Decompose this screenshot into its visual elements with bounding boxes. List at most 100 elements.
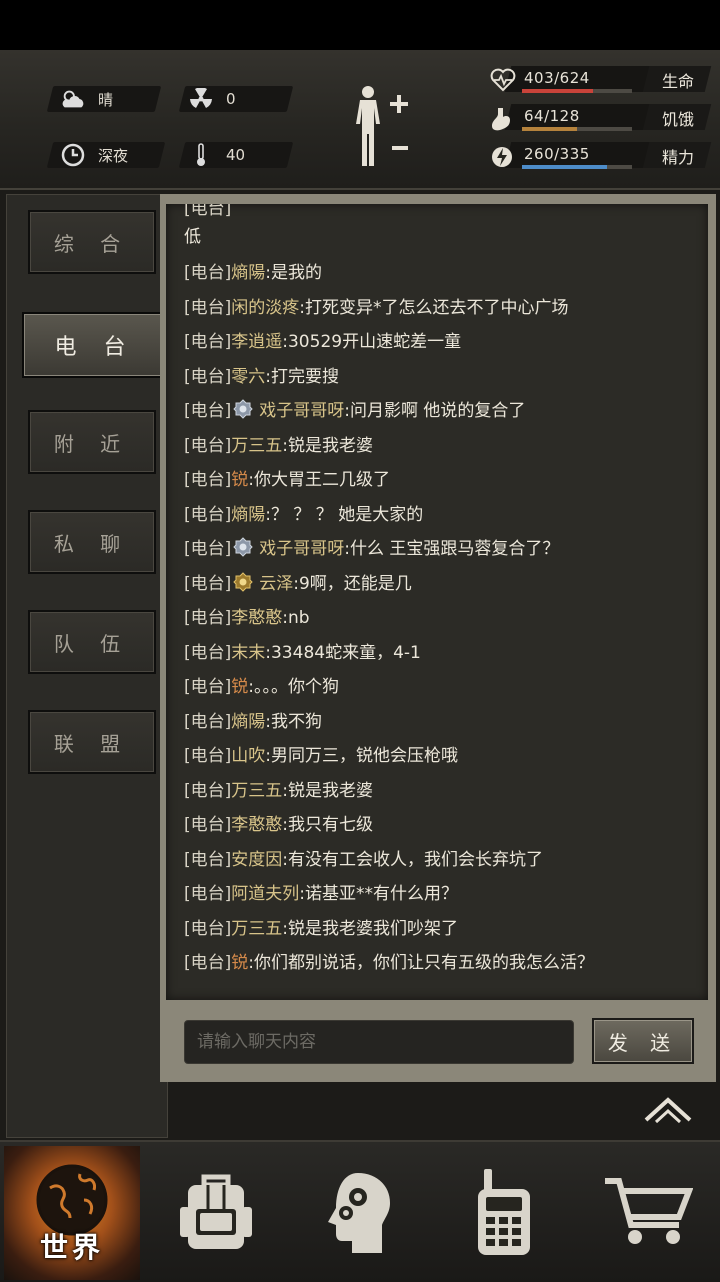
cloud-sun-icon (60, 88, 86, 110)
chat-message: [电台]锐:你大胃王二几级了 (184, 463, 704, 498)
sender-name[interactable]: 熵陽 (231, 712, 265, 732)
tab-team[interactable]: 队 伍 (28, 610, 156, 674)
channel-tag: [电台] (184, 608, 232, 628)
chat-message: [电台]熵陽:我不狗 (184, 705, 704, 740)
nav-world-button[interactable]: 世界 (4, 1146, 140, 1280)
sender-name[interactable]: 李憨憨 (231, 608, 282, 628)
message-text: :。。。你个狗 (248, 677, 339, 697)
sender-name[interactable]: 万三五 (231, 436, 282, 456)
message-text: :nb (282, 608, 310, 628)
sender-name[interactable]: 万三五 (231, 919, 282, 939)
silver-rank-badge-icon (233, 535, 253, 557)
sender-name[interactable]: 万三五 (231, 781, 282, 801)
message-text: :30529开山速蛇差一童 (282, 332, 462, 352)
message-text: :我只有七级 (282, 815, 373, 835)
gold-rank-badge-icon (233, 570, 253, 592)
message-text: :打完要搜 (265, 366, 339, 387)
channel-tag: [电台] (184, 642, 232, 663)
nav-shop-button[interactable] (576, 1142, 720, 1282)
message-text: :33484蛇来童，4-1 (265, 642, 421, 663)
chat-message: [电台]末末:33484蛇来童，4-1 (184, 636, 704, 671)
sender-name[interactable]: 锐 (231, 677, 248, 697)
nav-skills-button[interactable] (288, 1142, 432, 1282)
channel-tag: [电台] (184, 332, 232, 352)
channel-tag: [电台] (184, 780, 232, 801)
message-text: :打死变异*了怎么还去不了中心广场 (299, 297, 569, 318)
message-text: :有没有工会收人，我们会长弃坑了 (282, 849, 543, 870)
chat-message: [电台]山吹:男同万三，锐他会压枪哦 (184, 739, 704, 774)
chat-message: [电台]李憨憨:nb (184, 601, 704, 636)
sender-name[interactable]: 零六 (231, 367, 265, 387)
message-text: :锐是我老婆 (282, 435, 373, 456)
radiation-status: 0 (188, 86, 236, 112)
weather-status: 晴 (60, 86, 113, 112)
health-stat: 403/624 生命 (486, 64, 716, 98)
channel-tag: [电台] (184, 953, 232, 973)
sender-name[interactable]: 锐 (231, 953, 248, 973)
bottom-nav: 世界 (0, 1140, 720, 1282)
chat-log[interactable]: [电台] 低 [电台]熵陽:是我的 [电台]闲的淡疼:打死变异*了怎么还去不了中心… (166, 204, 708, 1000)
radiation-icon (188, 88, 214, 110)
message-text: :是我的 (265, 263, 322, 283)
chat-message: [电台]熵陽:？ ？ ？ 她是大家的 (184, 498, 704, 533)
sender-name[interactable]: 云泽 (259, 574, 293, 594)
chat-input-box[interactable] (184, 1020, 574, 1064)
chat-message: [电台]锐:。。。你个狗 (184, 670, 704, 705)
tab-alliance[interactable]: 联 盟 (28, 710, 156, 774)
chat-message: [电台]锐:你们都别说话，你们让只有五级的我怎么活？ (184, 946, 704, 981)
top-bar (0, 0, 720, 50)
sender-name[interactable]: 安度因 (231, 850, 282, 870)
stomach-icon (490, 106, 516, 132)
health-value: 403/624 (524, 69, 590, 87)
hunger-stat: 64/128 饥饿 (486, 102, 716, 136)
sender-name[interactable]: 熵陽 (231, 263, 265, 283)
time-label: 深夜 (98, 146, 129, 165)
message-text: :男同万三，锐他会压枪哦 (265, 746, 458, 766)
chat-message: [电台] 戏子哥哥呀:问月影啊 他说的复合了 (184, 394, 704, 429)
hunger-label: 饥饿 (662, 110, 695, 129)
channel-tag: [电台] (184, 849, 232, 870)
message-text: :锐是我老婆 (282, 780, 373, 801)
message-list: [电台] 低 [电台]熵陽:是我的 [电台]闲的淡疼:打死变异*了怎么还去不了中心… (184, 204, 704, 981)
chat-message: [电台]李憨憨:我只有七级 (184, 808, 704, 843)
cut-off-message: [电台] (184, 204, 704, 222)
message-text: :我不狗 (265, 711, 322, 732)
chat-panel: [电台] 低 [电台]熵陽:是我的 [电台]闲的淡疼:打死变异*了怎么还去不了中心… (160, 194, 716, 1082)
body-status-button[interactable] (346, 84, 416, 170)
sender-name[interactable]: 阿道夫列 (231, 884, 299, 904)
energy-bar-fill (522, 165, 608, 169)
sender-name[interactable]: 末末 (231, 643, 265, 663)
channel-tag: [电台] (184, 263, 232, 283)
tab-private[interactable]: 私 聊 (28, 510, 156, 574)
channel-tag: [电台] (184, 918, 232, 939)
nav-inventory-button[interactable] (144, 1142, 288, 1282)
silver-rank-badge-icon (233, 397, 253, 419)
overflow-line: 低 (184, 227, 201, 247)
chat-message: [电台]万三五:锐是我老婆 (184, 774, 704, 809)
chevron-up-icon (644, 1097, 692, 1124)
chat-message: [电台]李逍遥:30529开山速蛇差一童 (184, 325, 704, 360)
sender-name[interactable]: 戏子哥哥呀 (259, 401, 344, 421)
tab-radio[interactable]: 电 台 (22, 312, 168, 378)
channel-tag: [电台] (184, 470, 232, 490)
chat-input[interactable] (185, 1021, 573, 1063)
health-bar-fill (522, 89, 594, 93)
message-text: :锐是我老婆我们吵架了 (282, 918, 458, 939)
sender-name[interactable]: 山吹 (231, 746, 265, 766)
tab-general[interactable]: 综 合 (28, 210, 156, 274)
tab-nearby[interactable]: 附 近 (28, 410, 156, 474)
status-header: 晴 0 深夜 40 403/624 生命 64/128 饥饿 260/335 精… (0, 50, 720, 190)
channel-tag: [电台] (184, 204, 232, 219)
sender-name[interactable]: 闲的淡疼 (231, 298, 299, 318)
sender-name[interactable]: 熵陽 (231, 505, 265, 525)
sender-name[interactable]: 戏子哥哥呀 (259, 539, 344, 559)
nav-radio-button[interactable] (432, 1142, 576, 1282)
send-button[interactable]: 发 送 (592, 1018, 694, 1064)
message-text: :问月影啊 他说的复合了 (344, 401, 526, 421)
energy-value: 260/335 (524, 145, 590, 163)
collapse-chat-button[interactable] (642, 1094, 694, 1126)
sender-name[interactable]: 锐 (231, 470, 248, 490)
sender-name[interactable]: 李逍遥 (231, 332, 282, 352)
message-text: :诺基亚**有什么用？ (299, 884, 458, 904)
sender-name[interactable]: 李憨憨 (231, 815, 282, 835)
